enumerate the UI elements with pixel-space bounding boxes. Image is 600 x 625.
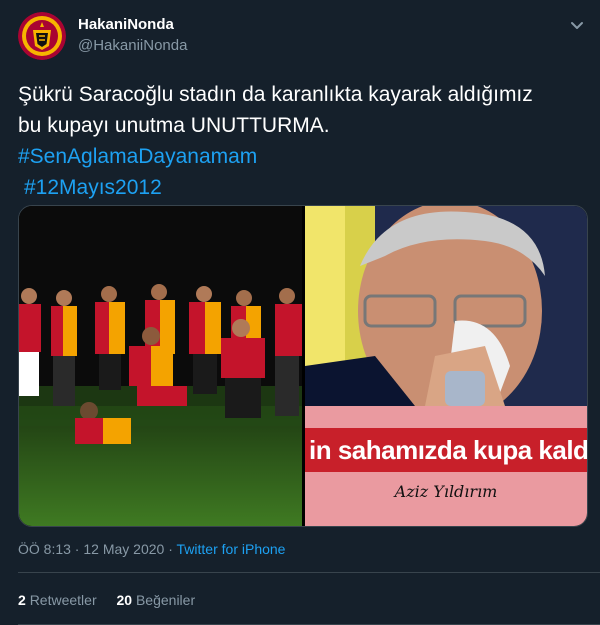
meta-separator: · (164, 541, 177, 557)
tweet-text: Şükrü Saracoğlu stadın da karanlıkta kay… (18, 79, 588, 203)
tweet-date[interactable]: 12 May 2020 (83, 541, 164, 557)
caption-banner-signature: Aziz Yıldırım (394, 482, 498, 501)
likes-label: Beğeniler (135, 592, 196, 608)
crying-man-photo[interactable]: in sahamızda kupa kaldı Aziz Yıldırım (305, 206, 587, 526)
caption-banner: in sahamızda kupa kaldı Aziz Yıldırım (305, 406, 587, 526)
likes-stat[interactable]: 20 Beğeniler (117, 592, 196, 608)
tweet-text-line: Şükrü Saracoğlu stadın da karanlıkta kay… (18, 83, 533, 106)
tweet-time[interactable]: ÖÖ 8:13 (18, 541, 71, 557)
media-grid: in sahamızda kupa kaldı Aziz Yıldırım (18, 205, 588, 527)
retweets-count: 2 (18, 592, 26, 608)
tweet-source-link[interactable]: Twitter for iPhone (177, 541, 286, 557)
team-celebration-photo[interactable] (19, 206, 302, 526)
tweet-meta: ÖÖ 8:13 · 12 May 2020 · Twitter for iPho… (18, 541, 285, 557)
retweets-label: Retweetler (29, 592, 97, 608)
meta-separator: · (70, 541, 84, 557)
author-handle[interactable]: @HakaniiNonda (78, 37, 187, 54)
hashtag-link[interactable]: #12Mayıs2012 (18, 172, 588, 203)
galatasaray-crest-icon (18, 12, 66, 60)
chevron-down-icon[interactable] (568, 16, 586, 34)
author-display-name[interactable]: HakaniNonda (78, 16, 174, 33)
likes-count: 20 (116, 592, 133, 608)
hashtag-link[interactable]: #SenAglamaDayanamam (18, 141, 588, 172)
tweet-detail: HakaniNonda @HakaniiNonda Şükrü Saracoğl… (0, 0, 600, 625)
caption-banner-text: in sahamızda kupa kaldı (305, 428, 587, 472)
divider (18, 572, 600, 573)
retweets-stat[interactable]: 2 Retweetler (18, 592, 97, 608)
tweet-text-line: bu kupayı unutma UNUTTURMA. (18, 114, 330, 137)
avatar[interactable] (18, 12, 66, 60)
tweet-stats: 2 Retweetler 20 Beğeniler (18, 592, 211, 608)
